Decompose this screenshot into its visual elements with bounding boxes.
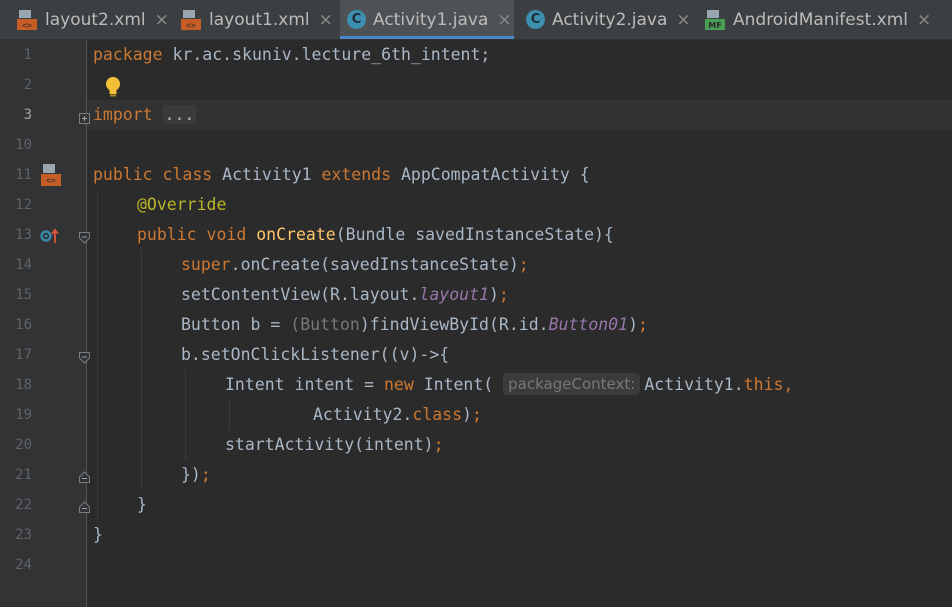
manifest-icon: MF [704,9,726,31]
related-layout-icon[interactable]: <> [40,163,62,191]
svg-text:<>: <> [46,176,56,185]
tab-androidmanifest-xml[interactable]: MF AndroidManifest.xml × [704,0,934,39]
override-method-icon[interactable] [40,227,62,249]
current-line-highlight [87,100,952,130]
fold-collapse-icon[interactable] [79,229,90,244]
line-number: 14 [15,257,32,273]
code-line-16[interactable]: Button b = (Button)findViewById(R.id.But… [181,310,648,340]
line-number: 20 [15,437,32,453]
folded-imports[interactable]: ... [162,105,197,124]
line-number: 22 [15,497,32,513]
close-icon[interactable]: × [319,10,333,30]
manifest-icon-letters: MF [708,21,721,30]
tab-layout1-xml[interactable]: <> layout1.xml × [180,0,340,39]
fold-end-icon[interactable] [79,468,90,483]
line-number: 1 [23,47,32,63]
line-number: 10 [15,137,32,153]
line-number: 11 [15,167,32,183]
svg-text:<>: <> [186,21,196,30]
indent-guide [185,370,186,460]
line-number: 3 [23,107,32,123]
fold-collapse-icon[interactable] [79,349,90,364]
line-number: 17 [15,347,32,363]
tab-label: layout1.xml [209,9,310,30]
code-line-15[interactable]: setContentView(R.layout.layout1); [181,280,509,310]
tab-activity2-java[interactable]: C Activity2.java × [526,0,694,39]
tab-activity1-java[interactable]: C Activity1.java × [340,0,514,39]
code-line-1[interactable]: package kr.ac.skuniv.lecture_6th_intent; [93,40,490,70]
line-number: 15 [15,287,32,303]
java-class-icon: C [347,10,366,29]
lightbulb-icon[interactable] [104,76,122,102]
line-number: 23 [15,527,32,543]
line-number: 18 [15,377,32,393]
line-number: 16 [15,317,32,333]
code-line-21[interactable]: }); [181,460,211,490]
tab-label: AndroidManifest.xml [733,9,909,30]
java-class-icon: C [526,10,545,29]
code-line-20[interactable]: startActivity(intent); [225,430,444,460]
tab-label: Activity2.java [552,9,668,30]
tab-label: Activity1.java [373,9,489,30]
xml-layout-icon: <> [180,9,202,31]
code-line-14[interactable]: super.onCreate(savedInstanceState); [181,250,529,280]
line-number: 19 [15,407,32,423]
line-number: 21 [15,467,32,483]
line-number: 2 [23,77,32,93]
code-line-13[interactable]: public void onCreate(Bundle savedInstanc… [137,220,614,250]
code-line-18[interactable]: Intent intent = new Intent( packageConte… [225,370,793,400]
fold-expand-icon[interactable] [79,109,90,124]
indent-guide [97,190,98,520]
close-icon[interactable]: × [155,10,169,30]
editor-tab-bar: <> layout2.xml × <> layout1.xml × C Acti… [0,0,952,40]
code-line-23[interactable]: } [93,520,103,550]
parameter-hint: packageContext: [503,372,641,395]
close-icon[interactable]: × [497,10,511,30]
indent-guide [141,250,142,490]
tab-label: layout2.xml [45,9,146,30]
code-line-17[interactable]: b.setOnClickListener((v)->{ [181,340,449,370]
indent-guide [229,400,230,430]
line-number: 13 [15,227,32,243]
fold-end-icon[interactable] [79,498,90,513]
code-line-22[interactable]: } [137,490,147,520]
code-line-19[interactable]: Activity2.class); [313,400,482,430]
tab-layout2-xml[interactable]: <> layout2.xml × [16,0,174,39]
line-number: 24 [15,557,32,573]
code-line-3[interactable]: import ... [93,100,197,130]
line-number: 12 [15,197,32,213]
close-icon[interactable]: × [917,10,931,30]
close-icon[interactable]: × [676,10,690,30]
svg-text:<>: <> [22,21,32,30]
xml-layout-icon: <> [16,9,38,31]
code-line-12[interactable]: @Override [137,190,226,220]
code-line-11[interactable]: public class Activity1 extends AppCompat… [93,160,590,190]
